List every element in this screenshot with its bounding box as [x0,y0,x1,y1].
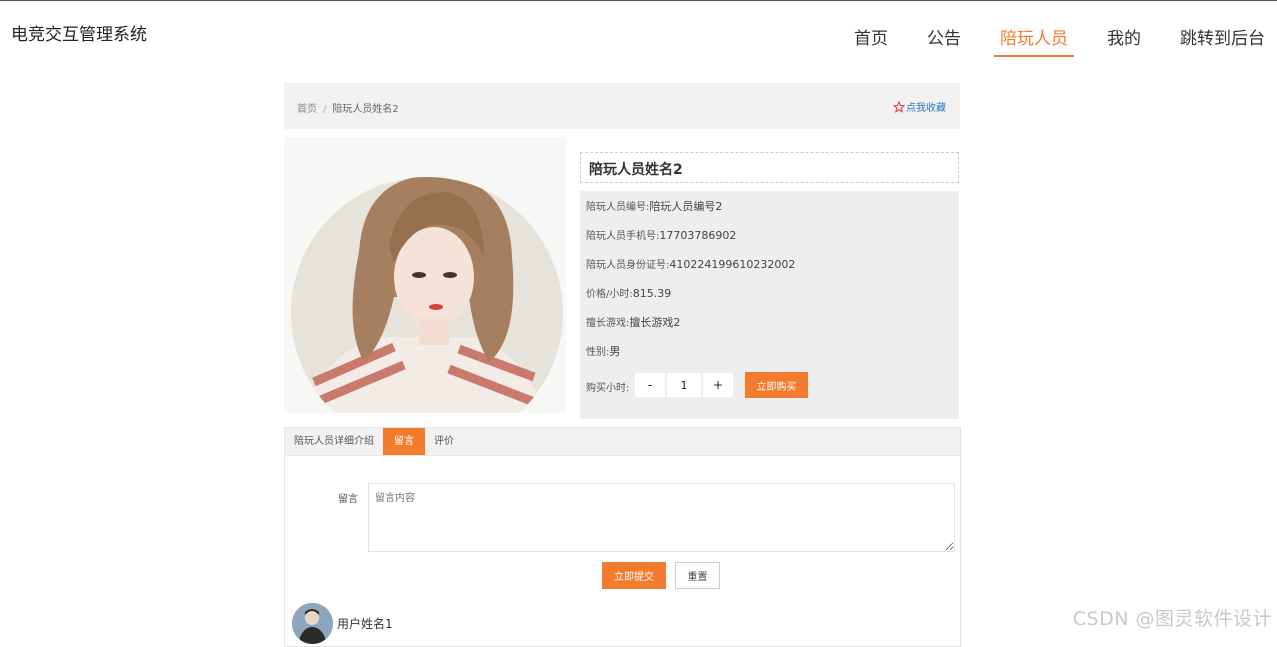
decrement-button[interactable]: - [634,372,666,398]
tab-review[interactable]: 评价 [425,428,463,455]
increment-button[interactable]: + [702,372,734,398]
favorite-label: 点我收藏 [906,103,946,114]
reset-button[interactable]: 重置 [675,562,720,589]
player-name-title: 陪玩人员姓名2 [580,152,959,183]
message-textarea[interactable] [368,483,955,552]
breadcrumb-current: 陪玩人员姓名2 [332,104,399,115]
breadcrumb-home[interactable]: 首页 [297,104,317,115]
quantity-stepper: - 1 + [634,372,734,398]
favorite-button[interactable]: 点我收藏 [893,99,946,114]
player-photo [284,137,566,413]
buy-now-button[interactable]: 立即购买 [745,372,808,398]
star-icon [893,100,905,113]
detail-tabs-panel: 陪玩人员详细介绍 留言 评价 留言 立即提交 重置 用户姓名1 [284,427,961,647]
breadcrumb-bar: 首页 / 陪玩人员姓名2 点我收藏 [284,83,960,129]
nav-mine[interactable]: 我的 [1101,24,1147,55]
site-brand: 电竞交互管理系统 [11,25,147,45]
comment-username: 用户姓名1 [337,617,393,631]
quantity-input[interactable]: 1 [666,372,702,398]
message-label: 留言 [338,494,358,505]
watermark: CSDN @图灵软件设计 [1072,608,1272,630]
info-row-phone: 陪玩人员手机号:17703786902 [586,229,737,242]
submit-button[interactable]: 立即提交 [602,562,666,589]
tab-introduction[interactable]: 陪玩人员详细介绍 [285,428,383,455]
tab-bar: 陪玩人员详细介绍 留言 评价 [285,428,960,456]
top-border [0,0,1277,1]
nav-notice[interactable]: 公告 [921,24,967,55]
nav-admin[interactable]: 跳转到后台 [1174,24,1271,55]
quantity-label: 购买小时: [586,383,630,394]
main-nav: 首页 公告 陪玩人员 我的 跳转到后台 [821,24,1271,57]
info-row-gender: 性别:男 [586,345,621,358]
info-row-idcard: 陪玩人员身份证号:410224199610232002 [586,258,796,271]
nav-players[interactable]: 陪玩人员 [994,24,1074,57]
breadcrumb-separator: / [323,104,327,115]
nav-home[interactable]: 首页 [848,24,894,55]
tab-message[interactable]: 留言 [383,428,425,455]
player-info-panel: 陪玩人员编号:陪玩人员编号2 陪玩人员手机号:17703786902 陪玩人员身… [580,191,959,419]
info-row-price: 价格/小时:815.39 [586,287,672,300]
info-row-id: 陪玩人员编号:陪玩人员编号2 [586,200,723,213]
breadcrumb: 首页 / 陪玩人员姓名2 [297,100,399,115]
info-row-game: 擅长游戏:擅长游戏2 [586,316,681,329]
